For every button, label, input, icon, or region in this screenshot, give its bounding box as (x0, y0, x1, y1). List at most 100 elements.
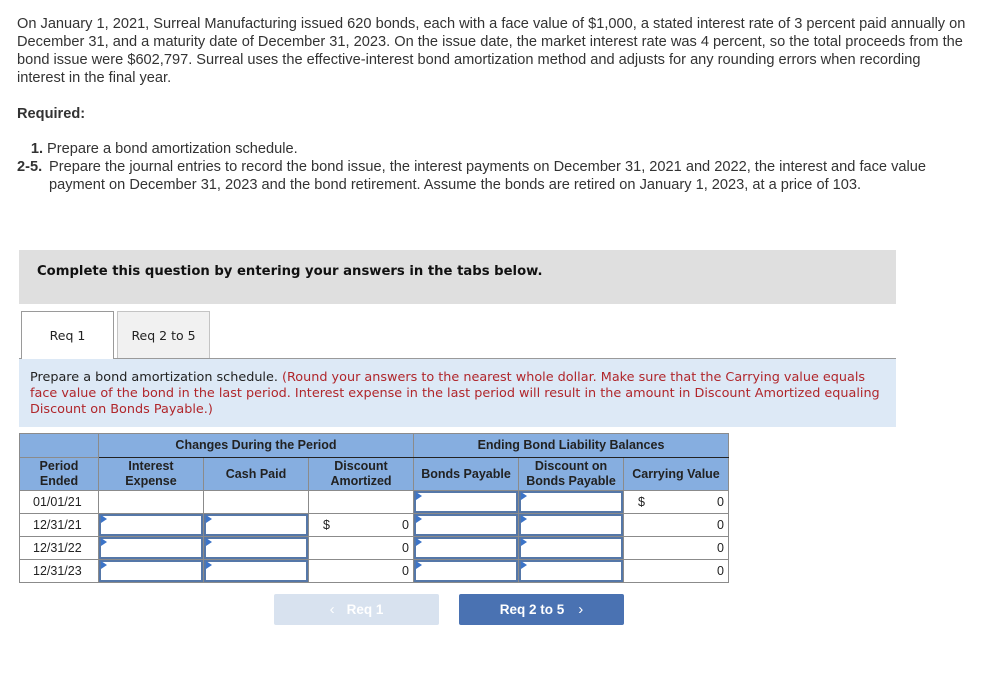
interest-expense-cell (98, 559, 204, 583)
input-marker-icon (416, 515, 422, 523)
chevron-left-icon: ‹ (329, 601, 335, 618)
prev-req-button[interactable]: ‹ Req 1 (274, 594, 439, 625)
discount-on-bp-input[interactable] (521, 516, 621, 534)
interest-expense-cell (98, 490, 204, 514)
table-row: 12/31/22 0 0 (19, 536, 729, 560)
discount-amortized-cell: $0 (308, 513, 414, 537)
period-cell: 12/31/23 (19, 559, 99, 583)
header-cash-paid: Cash Paid (203, 457, 309, 491)
currency-symbol: $ (638, 495, 645, 509)
header-period-ended: Period Ended (19, 457, 99, 491)
prev-req-label: Req 1 (346, 602, 384, 617)
required-item-number: 2-5. (17, 159, 43, 175)
next-req-label: Req 2 to 5 (499, 602, 565, 617)
discount-on-bp-input[interactable] (521, 539, 621, 557)
input-marker-icon (206, 538, 212, 546)
interest-expense-input[interactable] (101, 516, 201, 534)
bonds-payable-input[interactable] (416, 516, 516, 534)
currency-symbol: $ (323, 518, 330, 532)
input-marker-icon (206, 561, 212, 569)
bonds-payable-cell (413, 559, 519, 583)
header-discount-amortized: Discount Amortized (308, 457, 414, 491)
next-req-button[interactable]: Req 2 to 5 › (459, 594, 624, 625)
discount-on-bp-cell (518, 536, 624, 560)
carrying-value-cell: $0 (623, 490, 729, 514)
cash-paid-cell (203, 559, 309, 583)
required-item-text: Prepare a bond amortization schedule. (47, 141, 298, 157)
interest-expense-cell (98, 513, 204, 537)
discount-on-bp-cell (518, 490, 624, 514)
problem-statement: On January 1, 2021, Surreal Manufacturin… (17, 15, 967, 87)
interest-expense-cell (98, 536, 204, 560)
problem-text: On January 1, 2021, Surreal Manufacturin… (17, 16, 966, 86)
cash-paid-cell (203, 490, 309, 514)
cash-paid-cell (203, 536, 309, 560)
header-carrying-value: Carrying Value (623, 457, 729, 491)
input-marker-icon (521, 492, 527, 500)
cash-paid-cell (203, 513, 309, 537)
header-bonds-payable: Bonds Payable (413, 457, 519, 491)
carrying-value-cell: 0 (623, 513, 729, 537)
required-item-text: Prepare the journal entries to record th… (49, 159, 926, 193)
input-marker-icon (416, 492, 422, 500)
discount-amortized-cell: 0 (308, 559, 414, 583)
table-row: 01/01/21 $0 (19, 490, 729, 514)
bonds-payable-input[interactable] (416, 539, 516, 557)
table-row: 12/31/21 $0 0 (19, 513, 729, 537)
bonds-payable-cell (413, 536, 519, 560)
cash-paid-input[interactable] (206, 539, 306, 557)
header-blank (19, 433, 99, 458)
header-ending-balances: Ending Bond Liability Balances (413, 433, 729, 458)
carrying-value: 0 (717, 564, 724, 578)
carrying-value-cell: 0 (623, 559, 729, 583)
bonds-payable-input[interactable] (416, 493, 516, 511)
header-changes-during-period: Changes During the Period (98, 433, 414, 458)
period-cell: 01/01/21 (19, 490, 99, 514)
carrying-value: 0 (717, 518, 724, 532)
input-marker-icon (416, 538, 422, 546)
discount-amortized-cell (308, 490, 414, 514)
discount-on-bp-input[interactable] (521, 562, 621, 580)
input-marker-icon (416, 561, 422, 569)
question-prompt: Prepare a bond amortization schedule. (R… (19, 359, 896, 427)
bonds-payable-cell (413, 490, 519, 514)
discount-amortized-value: 0 (402, 541, 409, 555)
discount-on-bp-input[interactable] (521, 493, 621, 511)
instruction-banner: Complete this question by entering your … (19, 250, 896, 304)
table-row: 12/31/23 0 0 (19, 559, 729, 583)
required-heading: Required: (17, 106, 86, 122)
required-list: 1. Prepare a bond amortization schedule.… (17, 140, 967, 194)
input-marker-icon (206, 515, 212, 523)
discount-on-bp-cell (518, 513, 624, 537)
carrying-value-cell: 0 (623, 536, 729, 560)
header-interest-expense: Interest Expense (98, 457, 204, 491)
cash-paid-input[interactable] (206, 516, 306, 534)
required-item-1: 1. Prepare a bond amortization schedule. (17, 140, 967, 158)
required-item-2-5: 2-5. Prepare the journal entries to reco… (17, 158, 967, 194)
bonds-payable-cell (413, 513, 519, 537)
interest-expense-input[interactable] (101, 539, 201, 557)
input-marker-icon (101, 538, 107, 546)
interest-expense-input[interactable] (101, 562, 201, 580)
carrying-value: 0 (717, 495, 724, 509)
bonds-payable-input[interactable] (416, 562, 516, 580)
carrying-value: 0 (717, 541, 724, 555)
input-marker-icon (101, 561, 107, 569)
input-marker-icon (521, 515, 527, 523)
header-discount-on-bonds-payable: Discount on Bonds Payable (518, 457, 624, 491)
tab-req-2-to-5[interactable]: Req 2 to 5 (117, 311, 210, 358)
tab-req-1[interactable]: Req 1 (21, 311, 114, 359)
cash-paid-input[interactable] (206, 562, 306, 580)
discount-on-bp-cell (518, 559, 624, 583)
prompt-main: Prepare a bond amortization schedule. (30, 370, 278, 385)
chevron-right-icon: › (578, 601, 584, 618)
discount-amortized-value: 0 (402, 564, 409, 578)
discount-amortized-cell: 0 (308, 536, 414, 560)
amortization-schedule-table: Changes During the Period Ending Bond Li… (19, 433, 729, 583)
discount-amortized-value: 0 (402, 518, 409, 532)
period-cell: 12/31/22 (19, 536, 99, 560)
input-marker-icon (521, 561, 527, 569)
input-marker-icon (101, 515, 107, 523)
required-item-number: 1. (30, 141, 43, 157)
period-cell: 12/31/21 (19, 513, 99, 537)
